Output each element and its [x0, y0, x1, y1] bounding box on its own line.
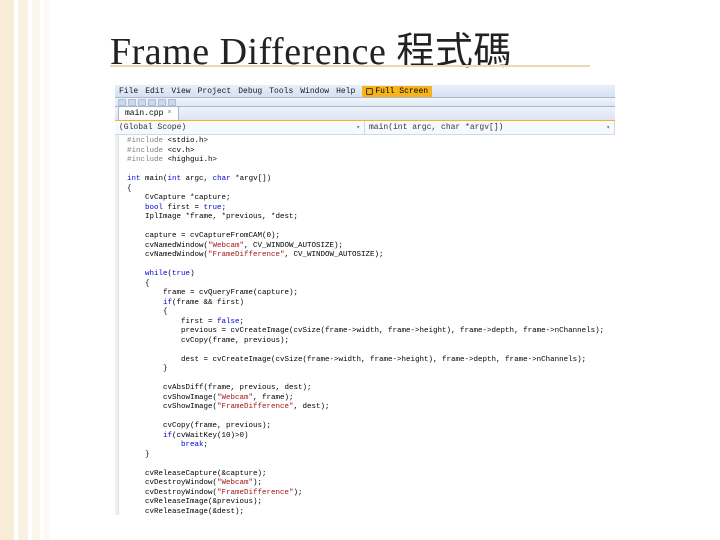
toolbar-button[interactable]: [148, 99, 156, 106]
menu-bar: File Edit View Project Debug Tools Windo…: [115, 85, 615, 98]
full-screen-label: Full Screen: [375, 86, 428, 97]
full-screen-button[interactable]: Full Screen: [362, 86, 432, 97]
toolbar-button[interactable]: [158, 99, 166, 106]
tab-label: main.cpp: [125, 108, 163, 119]
chevron-down-icon: ▾: [352, 122, 360, 133]
menu-help[interactable]: Help: [336, 86, 355, 97]
menu-file[interactable]: File: [119, 86, 138, 97]
gutter: [115, 135, 119, 515]
toolbar-button[interactable]: [168, 99, 176, 106]
menu-project[interactable]: Project: [198, 86, 232, 97]
code-editor[interactable]: #include <stdio.h> #include <cv.h> #incl…: [115, 135, 615, 515]
scope-right-label: main(int argc, char *argv[]): [369, 122, 503, 133]
menu-edit[interactable]: Edit: [145, 86, 164, 97]
chevron-down-icon: ▾: [602, 122, 610, 133]
menu-debug[interactable]: Debug: [238, 86, 262, 97]
toolbar-button[interactable]: [128, 99, 136, 106]
scope-left-label: (Global Scope): [119, 122, 186, 133]
scope-right-dropdown[interactable]: main(int argc, char *argv[]) ▾: [365, 121, 615, 134]
menu-tools[interactable]: Tools: [269, 86, 293, 97]
fullscreen-icon: [366, 88, 373, 95]
ide-window: File Edit View Project Debug Tools Windo…: [115, 85, 615, 515]
scope-bar: (Global Scope) ▾ main(int argc, char *ar…: [115, 121, 615, 135]
menu-view[interactable]: View: [171, 86, 190, 97]
slide-background: Frame Difference 程式碼 File Edit View Proj…: [0, 0, 720, 540]
tab-bar: main.cpp ×: [115, 107, 615, 121]
title-underline: [110, 65, 590, 67]
source-code: #include <stdio.h> #include <cv.h> #incl…: [127, 137, 615, 515]
toolbar-button[interactable]: [118, 99, 126, 106]
menu-window[interactable]: Window: [300, 86, 329, 97]
close-icon[interactable]: ×: [167, 108, 171, 119]
decorative-stripe: [0, 0, 60, 540]
scope-left-dropdown[interactable]: (Global Scope) ▾: [115, 121, 365, 134]
tab-main-cpp[interactable]: main.cpp ×: [118, 106, 179, 120]
toolbar: [115, 98, 615, 107]
toolbar-button[interactable]: [138, 99, 146, 106]
